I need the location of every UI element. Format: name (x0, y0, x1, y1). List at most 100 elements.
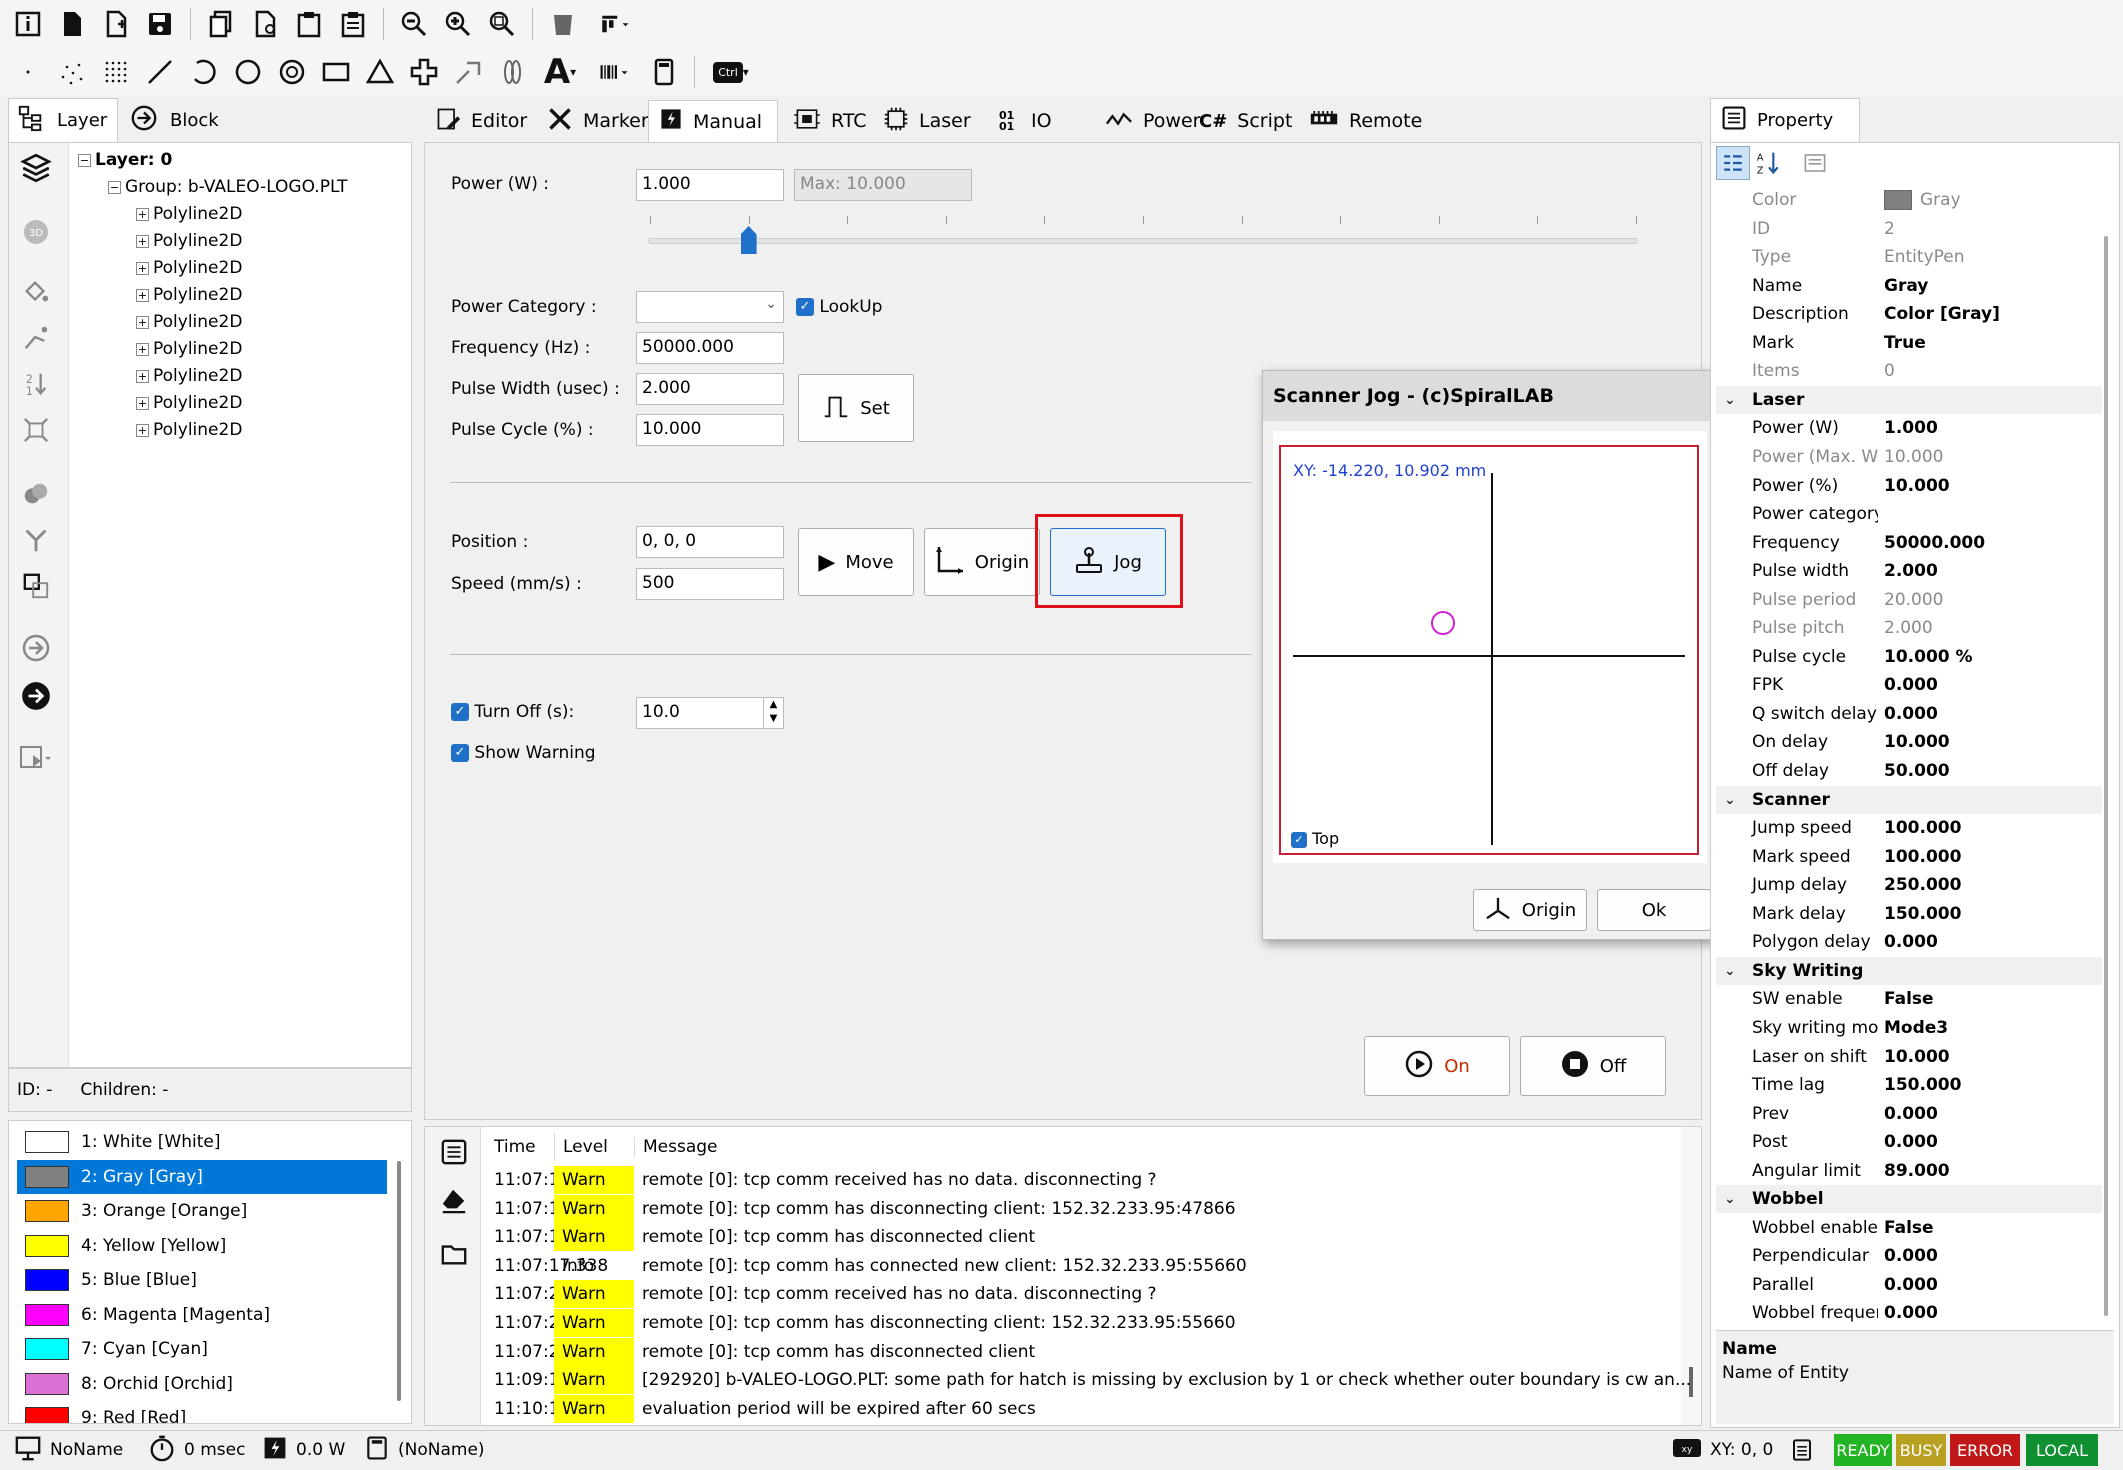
point-icon[interactable] (8, 52, 48, 92)
group-icon[interactable] (14, 566, 58, 606)
chevron-down-icon[interactable]: ⌄ (1724, 392, 1736, 408)
tree-polyline-node[interactable]: + Polyline2D (136, 312, 242, 332)
page-icon[interactable] (644, 52, 684, 92)
property-row[interactable]: FPK 0.000 (1716, 671, 2102, 699)
jog-button[interactable]: Jog (1050, 528, 1166, 596)
property-row[interactable]: Frequency 50000.000 (1716, 529, 2102, 557)
split-icon[interactable] (14, 520, 58, 560)
property-row[interactable]: Pulse pitch 2.000 (1716, 614, 2102, 642)
property-row[interactable]: Items 0 (1716, 357, 2102, 385)
expand-icon[interactable]: + (136, 261, 149, 275)
pen-list-scrollbar[interactable] (397, 1161, 401, 1401)
property-row[interactable]: Jump speed 100.000 (1716, 814, 2102, 842)
merge-icon[interactable] (14, 474, 58, 514)
property-category[interactable]: ⌄ Scanner (1716, 785, 2102, 814)
align-icon[interactable] (587, 4, 643, 44)
zoom-out-icon[interactable] (394, 4, 434, 44)
jog-cursor-marker[interactable] (1431, 611, 1455, 635)
tab-io[interactable]: 0101 IO (988, 100, 1090, 142)
pen-item[interactable]: 3: Orange [Orange] (17, 1194, 395, 1228)
property-row[interactable]: Post 0.000 (1716, 1128, 2102, 1156)
property-row[interactable]: Jump delay 250.000 (1716, 871, 2102, 899)
grid-points-icon[interactable] (96, 52, 136, 92)
log-row[interactable]: 11:10:19.924 Warn evaluation period will b… (430, 1394, 1036, 1423)
tree-polyline-node[interactable]: + Polyline2D (136, 366, 242, 386)
block-run-icon[interactable] (14, 676, 58, 716)
property-row[interactable]: Power category (1716, 500, 2102, 528)
power-input[interactable]: 1.000 (636, 169, 784, 201)
pen-item[interactable]: 4: Yellow [Yellow] (17, 1229, 395, 1263)
points-icon[interactable] (52, 52, 92, 92)
property-row[interactable]: Power (Max. W) 10.000 (1716, 443, 2102, 471)
tab-layer[interactable]: Layer (8, 98, 118, 142)
property-category[interactable]: ⌄ Sky Writing (1716, 956, 2102, 985)
property-row[interactable]: Time lag 150.000 (1716, 1071, 2102, 1099)
circle-icon[interactable] (228, 52, 268, 92)
show-warning-checkbox[interactable]: ✓ Show Warning (451, 743, 596, 763)
position-input[interactable]: 0, 0, 0 (636, 526, 784, 558)
frequency-input[interactable]: 50000.000 (636, 332, 784, 364)
property-row[interactable]: Wobbel frequency0.000 (1716, 1299, 2102, 1327)
laser-on-button[interactable]: On (1364, 1036, 1510, 1096)
tab-property[interactable]: Property (1710, 98, 1860, 142)
jog-canvas[interactable]: XY: -14.220, 10.902 mm ✓ Top (1279, 445, 1699, 855)
spiral-text-icon[interactable] (492, 52, 532, 92)
expand-icon[interactable]: + (136, 234, 149, 248)
property-row[interactable]: Q switch delay 0.000 (1716, 700, 2102, 728)
expand-icon[interactable]: + (136, 423, 149, 437)
expand-icon[interactable]: + (136, 207, 149, 221)
ctrl-key-icon[interactable]: Ctrl ▾ (705, 52, 757, 92)
collapse-icon[interactable]: − (108, 180, 121, 194)
tab-remote[interactable]: Remote (1298, 100, 1422, 142)
dialog-ok-button[interactable]: Ok (1597, 889, 1711, 931)
expand-icon[interactable]: + (136, 396, 149, 410)
move-button[interactable]: ▶ Move (798, 528, 914, 596)
pulse-cycle-input[interactable]: 10.000 (636, 414, 784, 446)
log-row[interactable]: 11:09:13.403 Warn [292920] b-VALEO-LOGO.PL… (430, 1366, 1691, 1395)
tab-rtc[interactable]: RTC (782, 100, 868, 142)
property-row[interactable]: Laser on shift 10.000 (1716, 1043, 2102, 1071)
property-row[interactable]: Pulse cycle 10.000 % (1716, 643, 2102, 671)
origin-button[interactable]: Origin (924, 528, 1040, 596)
laser-off-button[interactable]: Off (1520, 1036, 1666, 1096)
zoom-fit-icon[interactable] (482, 4, 522, 44)
property-row[interactable]: Mark speed 100.000 (1716, 843, 2102, 871)
property-row[interactable]: Power (%) 10.000 (1716, 472, 2102, 500)
tab-power[interactable]: Power (1094, 100, 1200, 142)
path-icon[interactable] (14, 318, 58, 358)
chevron-down-icon[interactable]: ⌄ (1724, 792, 1736, 808)
trepan-icon[interactable] (448, 52, 488, 92)
property-row[interactable]: Parallel 0.000 (1716, 1271, 2102, 1299)
log-row[interactable]: 11:07:26.838 Warn remote [0]: tcp comm rec… (430, 1280, 1157, 1309)
turn-off-input[interactable]: 10.0 ▲ ▼ (636, 697, 784, 729)
log-row[interactable]: 11:07:17.338 Info remote [0]: tcp comm has… (430, 1252, 1247, 1280)
property-row[interactable]: Name Gray (1716, 272, 2102, 300)
expand-icon[interactable] (14, 410, 58, 450)
property-row[interactable]: Mark delay 150.000 (1716, 900, 2102, 928)
tree-polyline-node[interactable]: + Polyline2D (136, 339, 242, 359)
top-checkbox[interactable]: ✓ Top (1291, 829, 1339, 848)
tab-laser[interactable]: Laser (872, 100, 984, 142)
tree-polyline-node[interactable]: + Polyline2D (136, 285, 242, 305)
property-row[interactable]: Pulse width 2.000 (1716, 557, 2102, 585)
spinner-icon[interactable]: ▲ ▼ (763, 698, 783, 728)
power-slider[interactable] (648, 238, 1638, 244)
save-icon[interactable] (140, 4, 180, 44)
pulse-width-input[interactable]: 2.000 (636, 373, 784, 405)
property-row[interactable]: Sky writing modeMode3 (1716, 1014, 2102, 1042)
pen-item[interactable]: 9: Red [Red] (17, 1401, 395, 1423)
chevron-down-icon[interactable]: ⌄ (1724, 963, 1736, 979)
property-category[interactable]: ⌄ Wobbel (1716, 1185, 2102, 1214)
new-document-icon[interactable] (52, 4, 92, 44)
triangle-icon[interactable] (360, 52, 400, 92)
block-insert-icon[interactable] (14, 628, 58, 668)
tree-polyline-node[interactable]: + Polyline2D (136, 420, 242, 440)
tree-polyline-node[interactable]: + Polyline2D (136, 204, 242, 224)
log-row[interactable]: 11:07:16.698 Warn remote [0]: tcp comm has… (430, 1223, 1035, 1252)
property-row[interactable]: Angular limit 89.000 (1716, 1157, 2102, 1185)
tab-manual[interactable]: Manual (648, 100, 778, 142)
pen-item[interactable]: 5: Blue [Blue] (17, 1263, 395, 1297)
property-row[interactable]: SW enable False (1716, 985, 2102, 1013)
fill-icon[interactable] (14, 272, 58, 312)
property-row[interactable]: Polygon delay 0.000 (1716, 928, 2102, 956)
